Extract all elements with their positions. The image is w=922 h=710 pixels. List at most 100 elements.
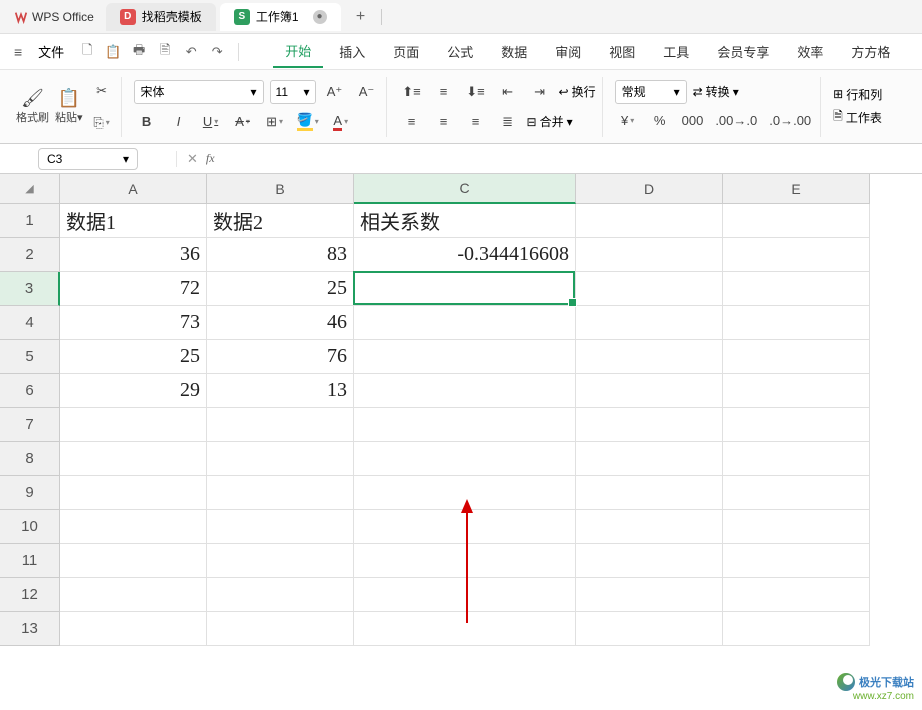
align-right-button[interactable]: ≡ [463,109,489,135]
cell-D2[interactable] [576,238,723,272]
ribbon-tab-fangfang[interactable]: 方方格 [839,36,902,67]
cell-D8[interactable] [576,442,723,476]
cell-A3[interactable]: 72 [60,272,207,306]
name-box[interactable]: C3 ▾ [38,148,138,170]
cell-B9[interactable] [207,476,354,510]
redo-icon[interactable]: ↷ [206,41,228,63]
cell-B11[interactable] [207,544,354,578]
bold-button[interactable]: B [134,109,160,135]
undo-icon[interactable]: ↶ [180,41,202,63]
number-format-select[interactable]: 常规▾ [615,80,687,104]
cell-B4[interactable]: 46 [207,306,354,340]
cell-D11[interactable] [576,544,723,578]
comma-button[interactable]: 000 [679,108,707,134]
cell-E3[interactable] [723,272,870,306]
cell-C4[interactable] [354,306,576,340]
formula-input-area[interactable]: ✕ fx [176,151,922,167]
font-name-select[interactable]: 宋体▾ [134,80,264,104]
cell-E6[interactable] [723,374,870,408]
ribbon-tab-tools[interactable]: 工具 [651,36,701,67]
column-header-C[interactable]: C [354,174,576,204]
save-icon[interactable]: 📋 [102,41,124,63]
row-header-6[interactable]: 6 [0,374,60,408]
cell-E1[interactable] [723,204,870,238]
cell-A12[interactable] [60,578,207,612]
cell-D9[interactable] [576,476,723,510]
ribbon-tab-insert[interactable]: 插入 [327,36,377,67]
title-tab-workbook[interactable]: S 工作簿1 ● [220,3,341,31]
cell-A10[interactable] [60,510,207,544]
ribbon-tab-review[interactable]: 审阅 [543,36,593,67]
column-header-A[interactable]: A [60,174,207,204]
worksheet-button[interactable]: 🗎工作表 [833,107,882,128]
cell-A5[interactable]: 25 [60,340,207,374]
ribbon-tab-view[interactable]: 视图 [597,36,647,67]
cell-C2[interactable]: -0.344416608 [354,238,576,272]
ribbon-tab-data[interactable]: 数据 [489,36,539,67]
cell-D13[interactable] [576,612,723,646]
fill-color-button[interactable]: 🪣▾ [294,109,322,135]
cell-C1[interactable]: 相关系数 [354,204,576,238]
cell-D12[interactable] [576,578,723,612]
cell-C3[interactable] [354,272,576,306]
cell-E8[interactable] [723,442,870,476]
row-header-8[interactable]: 8 [0,442,60,476]
align-top-button[interactable]: ⬆≡ [399,79,425,105]
row-header-10[interactable]: 10 [0,510,60,544]
cell-D10[interactable] [576,510,723,544]
cell-D7[interactable] [576,408,723,442]
row-header-4[interactable]: 4 [0,306,60,340]
cell-C10[interactable] [354,510,576,544]
ribbon-tab-member[interactable]: 会员专享 [705,36,781,67]
increase-indent-button[interactable]: ⇥ [527,79,553,105]
column-header-B[interactable]: B [207,174,354,204]
cell-B7[interactable] [207,408,354,442]
cell-C11[interactable] [354,544,576,578]
ribbon-tab-start[interactable]: 开始 [273,35,323,68]
print-icon[interactable]: 🖶 [128,41,150,63]
cell-A7[interactable] [60,408,207,442]
cancel-icon[interactable]: ✕ [187,151,198,167]
row-header-12[interactable]: 12 [0,578,60,612]
cell-D3[interactable] [576,272,723,306]
cell-B2[interactable]: 83 [207,238,354,272]
cell-B13[interactable] [207,612,354,646]
decrease-decimal-button[interactable]: .00→.0 [712,108,760,134]
cell-E7[interactable] [723,408,870,442]
rows-cols-button[interactable]: ⊞行和列 [833,86,882,103]
cell-C9[interactable] [354,476,576,510]
cell-E12[interactable] [723,578,870,612]
merge-cells-button[interactable]: ⊟合并▾ [527,113,573,130]
cut-button[interactable]: ✂ [89,78,115,104]
cell-D6[interactable] [576,374,723,408]
italic-button[interactable]: I [166,109,192,135]
row-header-5[interactable]: 5 [0,340,60,374]
cell-A9[interactable] [60,476,207,510]
border-button[interactable]: ⊞▾ [262,109,288,135]
align-center-button[interactable]: ≡ [431,109,457,135]
cell-B5[interactable]: 76 [207,340,354,374]
cell-A13[interactable] [60,612,207,646]
cell-B12[interactable] [207,578,354,612]
cell-B1[interactable]: 数据2 [207,204,354,238]
select-all-corner[interactable]: ◢ [0,174,60,204]
cell-D4[interactable] [576,306,723,340]
cell-C7[interactable] [354,408,576,442]
row-header-11[interactable]: 11 [0,544,60,578]
cell-A11[interactable] [60,544,207,578]
row-header-7[interactable]: 7 [0,408,60,442]
cell-B6[interactable]: 13 [207,374,354,408]
print-preview-icon[interactable]: 🖹 [154,41,176,63]
fx-icon[interactable]: fx [206,151,215,166]
underline-button[interactable]: U▾ [198,109,224,135]
cell-A8[interactable] [60,442,207,476]
format-painter-button[interactable]: 🖌格式刷 [16,89,49,125]
row-header-9[interactable]: 9 [0,476,60,510]
cell-A4[interactable]: 73 [60,306,207,340]
cell-C6[interactable] [354,374,576,408]
column-header-D[interactable]: D [576,174,723,204]
ribbon-tab-formula[interactable]: 公式 [435,36,485,67]
cell-A6[interactable]: 29 [60,374,207,408]
justify-button[interactable]: ≣ [495,109,521,135]
decrease-font-button[interactable]: A⁻ [354,79,380,105]
